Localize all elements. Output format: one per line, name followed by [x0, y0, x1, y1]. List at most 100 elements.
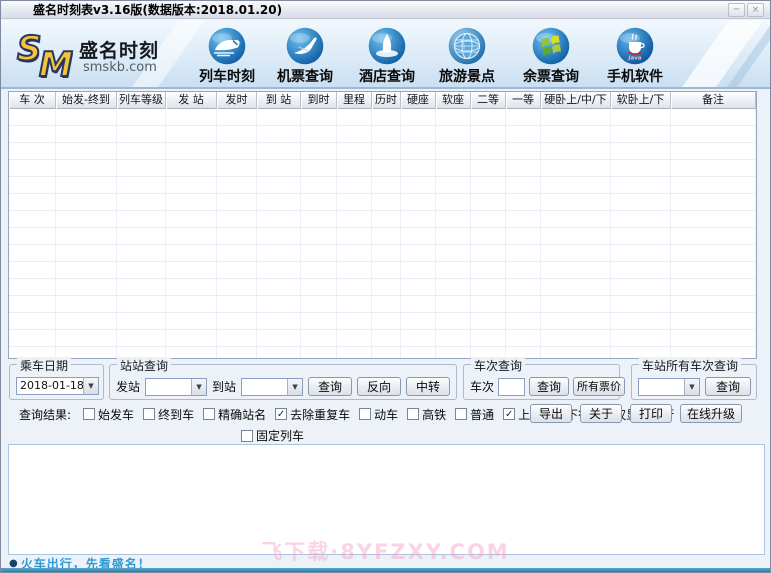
column-header[interactable]: 二等 — [471, 92, 506, 109]
checkbox-box[interactable] — [143, 408, 156, 420]
column-header[interactable]: 一等 — [506, 92, 541, 109]
table-cell — [506, 177, 541, 193]
about-button[interactable]: 关于 — [579, 404, 622, 423]
table-cell — [436, 347, 471, 358]
checkbox-box[interactable] — [203, 408, 216, 420]
table-cell — [9, 194, 56, 210]
table-cell — [257, 262, 301, 278]
filter-checkbox-remove-duplicates[interactable]: ✓ 去除重复车 — [275, 406, 350, 423]
plane-icon — [286, 27, 324, 65]
table-row — [9, 143, 756, 160]
online-update-button[interactable]: 在线升级 — [679, 404, 742, 423]
reverse-button[interactable]: 反向 — [357, 377, 402, 396]
table-cell — [372, 313, 401, 329]
title-bar[interactable]: 盛名时刻表v3.16版(数据版本:2018.01.20) ─ × — [1, 1, 770, 19]
checkbox-box[interactable] — [455, 408, 468, 420]
windows-icon — [532, 27, 570, 65]
chevron-down-icon[interactable]: ▼ — [191, 378, 207, 395]
station-all-select[interactable]: ▼ — [638, 377, 700, 396]
table-cell — [301, 347, 337, 358]
column-header[interactable]: 车 次 — [9, 92, 56, 109]
table-body[interactable] — [9, 109, 756, 358]
column-header[interactable]: 历时 — [372, 92, 401, 109]
column-header[interactable]: 硬座 — [401, 92, 436, 109]
table-cell — [372, 211, 401, 227]
to-station-value — [242, 379, 287, 395]
table-cell — [117, 211, 166, 227]
column-header[interactable]: 硬卧上/中/下 — [541, 92, 611, 109]
column-header[interactable]: 到 站 — [257, 92, 301, 109]
column-header[interactable]: 备注 — [671, 92, 756, 109]
chevron-down-icon[interactable]: ▼ — [287, 378, 303, 395]
column-header[interactable]: 软座 — [436, 92, 471, 109]
checkbox-box[interactable] — [359, 408, 372, 420]
chevron-down-icon[interactable]: ▼ — [83, 378, 98, 394]
table-cell — [471, 313, 506, 329]
filter-checkbox-exact-station-name[interactable]: 精确站名 — [203, 406, 266, 423]
banner: S M 盛名时刻 smskb.com 列车时刻 机票查询 酒店查询 旅游景点 余… — [1, 20, 770, 89]
table-row — [9, 313, 756, 330]
all-fares-button[interactable]: 所有票价 — [573, 377, 626, 396]
filter-checkbox-high-speed[interactable]: 高铁 — [407, 406, 446, 423]
checkbox-label: 动车 — [374, 407, 399, 422]
table-cell — [257, 313, 301, 329]
table-cell — [217, 211, 257, 227]
column-header[interactable]: 列车等级 — [117, 92, 166, 109]
table-cell — [9, 228, 56, 244]
table-cell — [471, 143, 506, 159]
fixed-train-checkbox[interactable]: 固定列车 — [241, 427, 304, 444]
table-cell — [56, 126, 117, 142]
close-button[interactable]: × — [747, 3, 764, 17]
toolbar-item-mobile-apps[interactable]: Java 手机软件 — [596, 27, 674, 87]
filter-checkbox-origin-train[interactable]: 始发车 — [83, 406, 134, 423]
checkbox-box[interactable]: ✓ — [503, 408, 516, 420]
toolbar-item-hotel-query[interactable]: 酒店查询 — [348, 27, 426, 87]
train-query-button[interactable]: 查询 — [529, 377, 570, 396]
table-cell — [372, 126, 401, 142]
train-number-input[interactable] — [498, 377, 526, 396]
station-all-query-button[interactable]: 查询 — [705, 377, 751, 396]
filter-checkbox-terminal-train[interactable]: 终到车 — [143, 406, 194, 423]
from-station-select[interactable]: ▼ — [145, 377, 208, 396]
checkbox-box[interactable] — [83, 408, 96, 420]
to-station-select[interactable]: ▼ — [241, 377, 304, 396]
results-table: 车 次始发-终到 列车等级发 站发时到 站到时 里程 历时 硬座 软座 二等 一等 硬卧上/中/… — [8, 91, 757, 359]
date-select[interactable]: 2018-01-18 ▼ — [16, 377, 99, 395]
column-header[interactable]: 发时 — [217, 92, 257, 109]
toolbar-label: 机票查询 — [277, 69, 333, 85]
table-cell — [372, 347, 401, 358]
filter-checkbox-regular[interactable]: 普通 — [455, 406, 494, 423]
print-button[interactable]: 打印 — [629, 404, 672, 423]
toolbar-item-flight-query[interactable]: 机票查询 — [266, 27, 344, 87]
toolbar-item-train-times[interactable]: 列车时刻 — [188, 27, 266, 87]
filter-checkbox-d-train[interactable]: 动车 — [359, 406, 398, 423]
table-cell — [166, 160, 217, 176]
table-cell — [611, 296, 671, 312]
column-header[interactable]: 里程 — [337, 92, 372, 109]
column-header[interactable]: 始发-终到 — [56, 92, 117, 109]
table-cell — [436, 211, 471, 227]
column-header[interactable]: 到时 — [301, 92, 337, 109]
table-cell — [56, 160, 117, 176]
table-cell — [217, 330, 257, 346]
table-cell — [337, 228, 372, 244]
checkbox-box[interactable] — [407, 408, 420, 420]
table-row — [9, 279, 756, 296]
table-cell — [166, 228, 217, 244]
transfer-button[interactable]: 中转 — [406, 377, 451, 396]
checkbox-box[interactable] — [241, 429, 253, 442]
checkbox-box[interactable]: ✓ — [275, 408, 288, 420]
table-cell — [337, 313, 372, 329]
toolbar-item-ticket-availability[interactable]: 余票查询 — [512, 27, 590, 87]
table-cell — [217, 160, 257, 176]
export-button[interactable]: 导出 — [529, 404, 572, 423]
table-cell — [671, 313, 756, 329]
chevron-down-icon[interactable]: ▼ — [684, 378, 699, 395]
minimize-button[interactable]: ─ — [728, 3, 745, 17]
column-header[interactable]: 软卧上/下 — [611, 92, 671, 109]
column-header[interactable]: 发 站 — [166, 92, 217, 109]
toolbar-item-tourist-spots[interactable]: 旅游景点 — [428, 27, 506, 87]
station-query-button[interactable]: 查询 — [308, 377, 353, 396]
table-row — [9, 211, 756, 228]
table-cell — [372, 177, 401, 193]
